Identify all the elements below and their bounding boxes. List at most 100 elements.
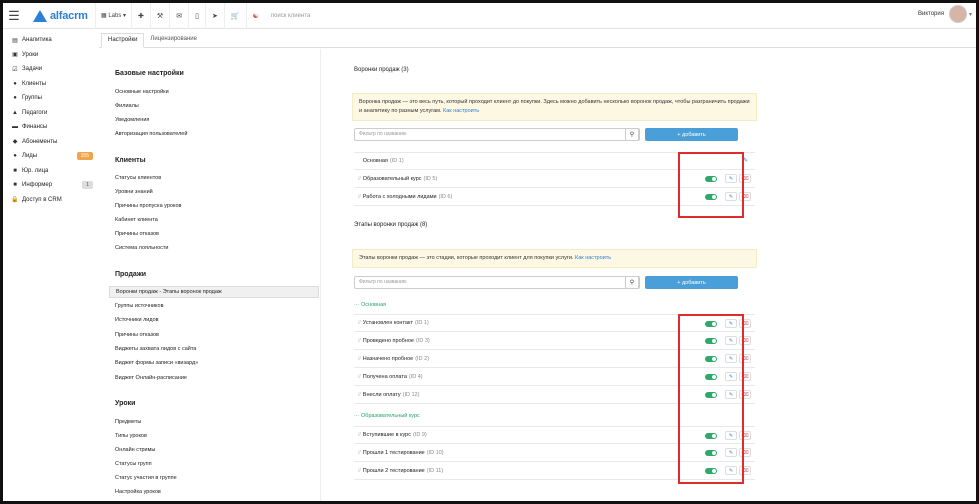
sidebar-item-leads[interactable]: ● Лиды 155 [3,149,99,164]
funnel-name: Работа с холодными лидами [362,193,437,200]
menu-item[interactable]: Основные настройки [115,86,315,98]
calendar-icon: ▣ [12,52,18,59]
menu-item-active[interactable]: Воронки продаж - Этапы воронок продаж [109,286,319,298]
sidebar-item-label: Педагоги [22,109,48,116]
sidebar-item-analytics[interactable]: ▤ Аналитика [3,33,99,48]
stages-filter-input[interactable]: Фильтр по названию [354,276,640,289]
stages-howto-link[interactable]: Как настроить [575,255,611,261]
drag-handle-icon[interactable]: // [358,450,361,456]
stage-id: (ID 4) [408,373,423,380]
sidebar-item-finance[interactable]: ▬ Финансы [3,120,99,135]
sidebar-item-informer[interactable]: ■ Информер 1 [3,178,99,193]
logo[interactable]: alfacrm [33,9,95,22]
search-input[interactable]: поиск клиента [271,13,310,19]
menu-item[interactable]: Статусы групп [115,458,315,470]
tab-licensing[interactable]: Лицензирование [144,33,203,48]
top-bar: ☰ alfacrm ▦ Labs ▾ ✚ ⚒ ✉ ▯ ➤ 🛒 ☯ поиск к… [3,3,976,29]
cart-icon[interactable]: 🛒 [223,3,246,29]
search-icon[interactable]: ⚲ [625,276,639,289]
leads-count-badge: 155 [76,152,93,160]
add-stage-button[interactable]: + добавить [645,276,738,289]
stage-name: Установлен контакт [362,320,413,326]
app-window: ☰ alfacrm ▦ Labs ▾ ✚ ⚒ ✉ ▯ ➤ 🛒 ☯ поиск к… [0,0,979,504]
menu-item[interactable]: Кабинет клиента [115,214,315,226]
menu-item[interactable]: Виджеты захвата лидов с сайта [115,343,315,355]
stage-group-label[interactable]: ··· Основная [354,302,386,308]
menu-item[interactable]: Статус участия в группе [115,472,315,484]
search-icon[interactable]: ⚲ [625,128,639,141]
drag-handle-icon[interactable]: // [358,356,361,362]
sidebar-item-teachers[interactable]: ▲ Педагоги [3,106,99,121]
stage-id: (ID 9) [413,432,427,438]
menu-item[interactable]: Предметы [115,416,315,428]
menu-item[interactable]: Причины отказов [115,228,315,240]
drag-handle-icon[interactable]: // [358,468,361,474]
main-content: Воронки продаж (3) Воронка продаж — это … [323,49,973,501]
user-icon[interactable]: ☯ [245,3,265,29]
drag-handle-icon[interactable]: // [358,338,361,344]
menu-item[interactable]: Филиалы [115,100,315,112]
menu-item[interactable]: Источники лидов [115,314,315,326]
menu-item[interactable]: Авторизация пользователей [115,128,315,140]
sidebar-item-groups[interactable]: ● Группы [3,91,99,106]
sidebar-item-legal[interactable]: ■ Юр. лица [3,164,99,179]
menu-icon[interactable]: ☰ [3,3,25,29]
stage-id: (ID 3) [415,337,430,344]
sidebar: ▤ Аналитика ▣ Уроки ☑ Задачи ● Клиенты ● Груп… [3,29,99,501]
menu-item[interactable]: Типы уроков [115,430,315,442]
sidebar-item-clients[interactable]: ● Клиенты [3,77,99,92]
menu-item[interactable]: Настройка уроков [115,486,315,498]
users-icon: ● [13,95,17,102]
lock-icon: 🔒 [11,197,19,204]
menu-section-title: Базовые настройки [115,70,184,77]
plus-icon[interactable]: ✚ [131,3,150,29]
menu-item[interactable]: Виджет формы записи «визард» [115,357,315,369]
stage-group-name: Основная [361,302,387,308]
sidebar-item-access[interactable]: 🔒 Доступ в CRM [3,193,99,208]
sidebar-item-lessons[interactable]: ▣ Уроки [3,48,99,63]
sidebar-item-tasks[interactable]: ☑ Задачи [3,62,99,77]
menu-item[interactable]: Виджет Онлайн-расписание [115,372,315,384]
mail-icon[interactable]: ✉ [169,3,188,29]
drag-handle-icon[interactable]: // [358,374,361,380]
tabs: Настройки Лицензирование [99,33,976,48]
funnels-filter-input[interactable]: Фильтр по названию [354,128,640,141]
stage-name: Получена оплата [362,373,407,380]
funnels-info: Воронка продаж — это весь путь, который … [352,93,757,121]
logo-text: alfacrm [50,9,88,22]
funnels-howto-link[interactable]: Как настроить [443,108,479,114]
wrench-icon[interactable]: ⚒ [149,3,169,29]
stage-id: (ID 10) [426,449,444,456]
menu-item[interactable]: Причины отказов [115,329,315,341]
menu-item[interactable]: Уведомления [115,114,315,126]
menu-item[interactable]: Группы источников [115,300,315,312]
sidebar-item-subscriptions[interactable]: ◆ Абонементы [3,135,99,150]
stage-name: Внесли оплату [362,391,401,398]
menu-item[interactable]: Уровни знаний [115,186,315,198]
drag-handle-icon[interactable]: // [358,320,361,326]
stage-group-label[interactable]: ··· Образовательный курс [354,413,420,419]
tag-icon: ◆ [12,139,18,146]
toolbar: ▦ Labs ▾ ✚ ⚒ ✉ ▯ ➤ 🛒 ☯ поиск клиента [95,3,310,29]
menu-item[interactable]: Причины пропуска уроков [115,200,315,212]
menu-item[interactable]: Система лояльности [115,242,315,254]
drag-handle-icon[interactable]: // [358,392,361,398]
phone-icon[interactable]: ▯ [188,3,205,29]
menu-item[interactable]: Статусы клиентов [115,172,315,184]
sidebar-item-label: Аналитика [22,37,52,44]
highlight-box-stage-actions [678,314,744,484]
drag-handle-icon[interactable]: // [358,176,361,182]
sidebar-item-label: Группы [22,95,42,102]
menu-section-title: Клиенты [115,157,146,164]
send-icon[interactable]: ➤ [204,3,224,29]
tab-settings[interactable]: Настройки [101,33,145,48]
row-actions: ✎ [743,157,751,164]
add-funnel-button[interactable]: + добавить [645,128,738,141]
drag-handle-icon[interactable]: // [358,194,361,200]
user-menu[interactable]: Виктория ▾ [918,5,972,23]
labs-button[interactable]: ▦ Labs ▾ [95,3,131,29]
drag-handle-icon[interactable]: // [358,432,361,438]
chevron-down-icon: ▾ [968,11,972,18]
menu-item[interactable]: Онлайн стримы [115,444,315,456]
stage-name: Прошли 2 тестирование [362,467,425,474]
